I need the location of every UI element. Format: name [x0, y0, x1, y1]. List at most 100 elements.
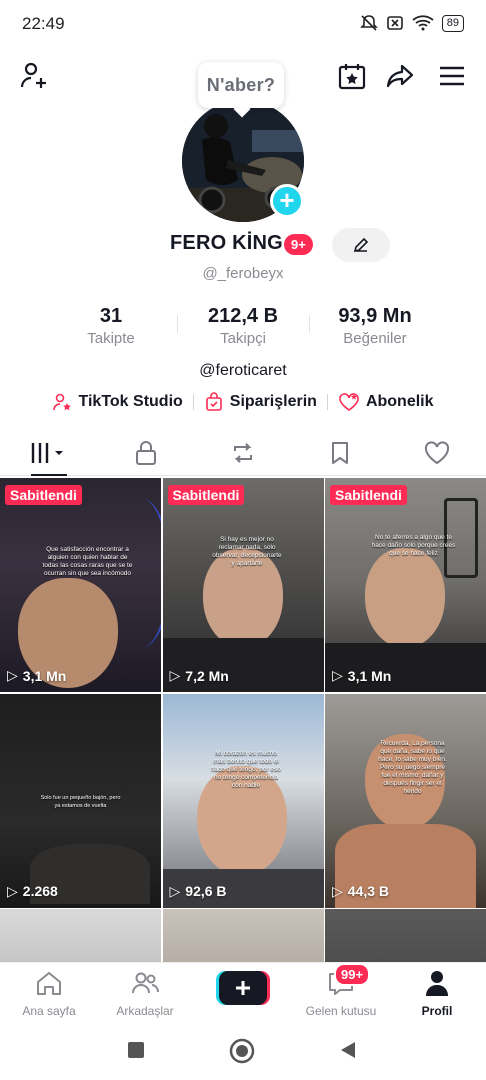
stat-likes-value: 93,9 Mn [338, 305, 412, 327]
tab-reposts[interactable] [194, 430, 291, 475]
heart-star-icon [339, 393, 359, 411]
friends-icon [132, 972, 159, 994]
stat-divider [308, 315, 310, 333]
stat-following-label: Takipte [87, 330, 135, 347]
menu-icon[interactable] [436, 60, 468, 92]
link-divider [192, 394, 194, 410]
no-sim-icon [386, 16, 403, 30]
calendar-star-icon[interactable] [336, 60, 368, 92]
tab-saved[interactable] [292, 430, 389, 475]
profile-name: FERO KİNG [170, 232, 283, 254]
video-caption: Recuerda, La persona que daña, sabe lo q… [378, 739, 447, 795]
status-note-bubble[interactable]: N'aber? [198, 62, 284, 108]
status-time: 22:49 [22, 14, 65, 33]
stat-followers-value: 212,4 B [207, 305, 279, 327]
view-count: ▷ 2.268 [7, 883, 58, 900]
system-nav-bar [0, 1026, 486, 1080]
recents-icon[interactable] [126, 1040, 146, 1060]
tiktok-studio-link[interactable]: TikTok Studio [52, 392, 183, 412]
bottom-nav: Ana sayfa Arkadaşlar Gelen kutusu 99+ Pr… [0, 962, 486, 1026]
stat-following[interactable]: 31 Takipte [56, 305, 166, 351]
profile-icon [426, 971, 448, 996]
tab-liked[interactable] [389, 430, 486, 475]
status-bar: 22:49 89 [0, 0, 486, 48]
wifi-icon [412, 15, 434, 31]
nav-friends-label: Arkadaşlar [116, 1004, 174, 1018]
view-count-value: 3,1 Mn [347, 667, 392, 684]
nav-inbox-label: Gelen kutusu [305, 1004, 377, 1018]
view-count-value: 2.268 [22, 883, 58, 899]
view-count: ▷ 92,6 B [170, 883, 227, 900]
stat-following-value: 31 [99, 305, 123, 327]
play-icon: ▷ [169, 882, 181, 899]
video-thumbnail[interactable] [162, 909, 324, 962]
stat-likes-label: Beğeniler [343, 330, 407, 347]
bookmark-icon [332, 441, 349, 464]
tab-private[interactable] [97, 430, 194, 475]
view-count: ▷ 7,2 Mn [170, 667, 229, 684]
nav-friends[interactable]: Arkadaşlar [98, 969, 192, 1018]
video-thumbnail[interactable]: Recuerda, La persona que daña, sabe lo q… [325, 693, 486, 908]
view-count-value: 44,3 B [347, 883, 390, 899]
play-icon: ▷ [169, 667, 181, 683]
video-thumbnail[interactable]: Sabitlendi Que satisfacción encontrar a … [0, 478, 161, 692]
orders-label: Siparişlerin [229, 393, 317, 410]
pencil-icon [353, 237, 369, 253]
video-thumbnail[interactable] [325, 909, 486, 962]
heart-icon [425, 440, 450, 464]
tab-videos[interactable] [0, 430, 97, 476]
video-thumbnail[interactable]: Sabitlendi Si hay es mejor no reclamar n… [162, 478, 324, 692]
view-count: ▷ 3,1 Mn [332, 667, 391, 684]
stat-followers[interactable]: 212,4 B Takipçi [188, 305, 298, 351]
profile-stats: 31 Takipte 212,4 B Takipçi 93,9 Mn Beğen… [56, 305, 430, 351]
link-divider [326, 394, 328, 410]
shopping-bag-icon [205, 392, 222, 411]
inbox-badge: 99+ [334, 963, 371, 986]
home-icon [37, 972, 61, 995]
profile-links: TikTok Studio Siparişlerin Abonelik [0, 392, 486, 412]
profile-bio-link[interactable]: @feroticaret [0, 362, 486, 380]
stat-divider [176, 315, 178, 333]
subscription-link[interactable]: Abonelik [338, 392, 434, 412]
person-photo [365, 548, 445, 648]
video-caption: Mi corazón es mucho mas bonito que todo … [211, 749, 281, 789]
play-icon: ▷ [7, 667, 18, 683]
orders-link[interactable]: Siparişlerin [204, 392, 317, 412]
back-icon[interactable] [338, 1040, 358, 1060]
play-icon: ▷ [7, 882, 18, 899]
tiktok-studio-label: TikTok Studio [78, 393, 183, 410]
repost-icon [234, 442, 252, 463]
nav-home[interactable]: Ana sayfa [2, 969, 96, 1018]
battery-indicator: 89 [441, 14, 464, 32]
video-caption: Si hay es mejor no reclamar nada, solo o… [212, 536, 282, 567]
view-count: ▷ 44,3 B [332, 883, 389, 900]
nav-profile-label: Profil [421, 1004, 453, 1018]
video-thumbnail[interactable]: Solo fue un pequeño bajón, pero ya estam… [0, 693, 161, 908]
edit-profile-button[interactable] [332, 228, 390, 262]
pinned-badge: Sabitlendi [5, 485, 82, 505]
view-count-value: 7,2 Mn [185, 667, 229, 684]
content-tabs [0, 430, 486, 476]
nav-home-label: Ana sayfa [22, 1004, 76, 1018]
video-thumbnail[interactable] [0, 909, 161, 962]
person-star-icon [53, 393, 72, 411]
create-button[interactable] [216, 971, 270, 1005]
notification-badge[interactable]: 9+ [284, 234, 313, 255]
mute-icon [359, 15, 378, 31]
view-count-value: 3,1 Mn [22, 667, 67, 684]
status-icons: 89 [359, 14, 464, 32]
video-caption: Que satisfacción encontrar a alguien con… [42, 546, 133, 577]
add-friend-icon[interactable] [18, 60, 50, 92]
video-grid: Sabitlendi Que satisfacción encontrar a … [0, 478, 486, 962]
video-thumbnail[interactable]: Mi corazón es mucho mas bonito que todo … [162, 693, 324, 908]
share-icon[interactable] [384, 60, 416, 92]
videos-grid-icon [31, 442, 63, 463]
nav-profile[interactable]: Profil [390, 969, 484, 1018]
profile-handle: @_ferobeyx [202, 265, 284, 282]
lock-icon [135, 440, 156, 465]
stat-likes[interactable]: 93,9 Mn Beğeniler [320, 305, 430, 351]
add-story-button[interactable]: + [270, 184, 304, 218]
home-button-icon[interactable] [229, 1038, 255, 1064]
view-count-value: 92,6 B [185, 883, 227, 899]
video-thumbnail[interactable]: Sabitlendi No te aferres a algo que te h… [325, 478, 486, 692]
